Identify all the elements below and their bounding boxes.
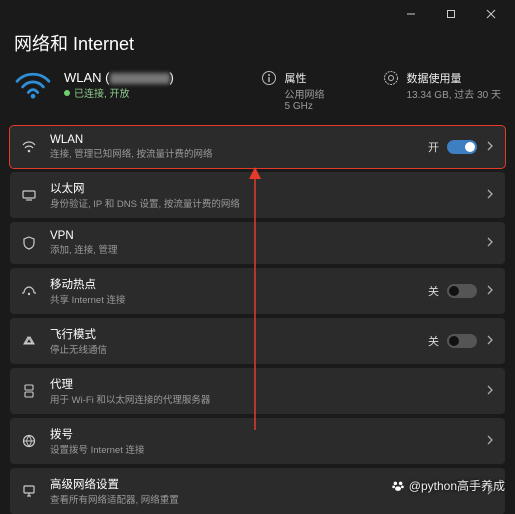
page-title: 网络和 Internet: [0, 28, 515, 66]
chevron-right-icon: [485, 434, 495, 448]
item-subtitle: 设置拨号 Internet 连接: [50, 442, 473, 456]
item-right: [485, 434, 495, 448]
watermark-text: @python高手养成: [409, 477, 505, 494]
item-title: 以太网: [50, 180, 473, 196]
item-text: 飞行模式停止无线通信: [50, 326, 416, 356]
chevron-right-icon: [485, 284, 495, 298]
ethernet-icon: [20, 187, 38, 203]
minimize-button[interactable]: [391, 0, 431, 28]
item-right: [485, 236, 495, 250]
properties-line2: 5 GHz: [285, 101, 325, 112]
watermark: @python高手养成: [391, 477, 505, 494]
setting-item-ethernet[interactable]: 以太网身份验证, IP 和 DNS 设置, 按流量计费的网络: [10, 172, 505, 218]
item-text: VPN添加, 连接, 管理: [50, 230, 473, 256]
item-text: 以太网身份验证, IP 和 DNS 设置, 按流量计费的网络: [50, 180, 473, 210]
network-name: WLAN (): [64, 70, 249, 85]
item-subtitle: 身份验证, IP 和 DNS 设置, 按流量计费的网络: [50, 196, 473, 210]
proxy-icon: [20, 383, 38, 399]
item-right: 关: [428, 333, 495, 349]
setting-item-hotspot[interactable]: 移动热点共享 Internet 连接关: [10, 268, 505, 314]
toggle-switch[interactable]: [447, 284, 477, 298]
info-icon: [261, 70, 277, 89]
network-connected-label: 已连接, 开放: [64, 85, 249, 100]
network-status-main[interactable]: WLAN () 已连接, 开放: [64, 70, 249, 100]
usage-title: 数据使用量: [407, 70, 502, 86]
chevron-right-icon: [485, 236, 495, 250]
item-subtitle: 停止无线通信: [50, 342, 416, 356]
close-button[interactable]: [471, 0, 511, 28]
maximize-button[interactable]: [431, 0, 471, 28]
item-subtitle: 用于 Wi-Fi 和以太网连接的代理服务器: [50, 392, 473, 406]
item-subtitle: 连接, 管理已知网络, 按流量计费的网络: [50, 146, 416, 160]
setting-item-proxy[interactable]: 代理用于 Wi-Fi 和以太网连接的代理服务器: [10, 368, 505, 414]
item-right: 关: [428, 283, 495, 299]
properties-line1: 公用网络: [285, 86, 325, 101]
status-dot-icon: [64, 90, 70, 96]
properties-title: 属性: [285, 70, 325, 86]
airplane-icon: [20, 333, 38, 349]
wifi-icon: [14, 70, 52, 103]
item-title: 拨号: [50, 426, 473, 442]
item-subtitle: 共享 Internet 连接: [50, 292, 416, 306]
item-text: 代理用于 Wi-Fi 和以太网连接的代理服务器: [50, 376, 473, 406]
window-titlebar: [0, 0, 515, 28]
item-title: VPN: [50, 230, 473, 242]
ssid-redacted: [110, 73, 170, 84]
toggle-label: 关: [428, 333, 439, 349]
data-usage-link[interactable]: 数据使用量 13.34 GB, 过去 30 天: [383, 70, 502, 101]
shield-icon: [20, 235, 38, 251]
data-usage-icon: [383, 70, 399, 89]
toggle-switch[interactable]: [447, 334, 477, 348]
setting-item-wlan[interactable]: WLAN连接, 管理已知网络, 按流量计费的网络开: [10, 126, 505, 168]
monitor-icon: [20, 483, 38, 499]
item-text: WLAN连接, 管理已知网络, 按流量计费的网络: [50, 134, 416, 160]
item-title: WLAN: [50, 134, 416, 146]
globe-icon: [20, 433, 38, 449]
network-status-row: WLAN () 已连接, 开放 属性 公用网络 5 GHz 数据使用量 13.3…: [0, 66, 515, 126]
item-right: [485, 188, 495, 202]
setting-item-airplane-mode[interactable]: 飞行模式停止无线通信关: [10, 318, 505, 364]
item-subtitle: 添加, 连接, 管理: [50, 242, 473, 256]
wifi-icon: [20, 139, 38, 155]
item-text: 移动热点共享 Internet 连接: [50, 276, 416, 306]
item-right: [485, 384, 495, 398]
item-subtitle: 查看所有网络适配器, 网络重置: [50, 492, 473, 506]
toggle-switch[interactable]: [447, 140, 477, 154]
paw-icon: [391, 479, 405, 493]
chevron-right-icon: [485, 384, 495, 398]
item-title: 代理: [50, 376, 473, 392]
setting-item-dialup[interactable]: 拨号设置拨号 Internet 连接: [10, 418, 505, 464]
item-text: 拨号设置拨号 Internet 连接: [50, 426, 473, 456]
item-title: 飞行模式: [50, 326, 416, 342]
toggle-label: 关: [428, 283, 439, 299]
settings-list: WLAN连接, 管理已知网络, 按流量计费的网络开以太网身份验证, IP 和 D…: [0, 126, 515, 514]
chevron-right-icon: [485, 188, 495, 202]
chevron-right-icon: [485, 334, 495, 348]
toggle-label: 开: [428, 139, 439, 155]
chevron-right-icon: [485, 140, 495, 154]
usage-line1: 13.34 GB, 过去 30 天: [407, 86, 502, 101]
properties-link[interactable]: 属性 公用网络 5 GHz: [261, 70, 371, 112]
setting-item-vpn[interactable]: VPN添加, 连接, 管理: [10, 222, 505, 264]
item-title: 移动热点: [50, 276, 416, 292]
item-right: 开: [428, 139, 495, 155]
hotspot-icon: [20, 283, 38, 299]
